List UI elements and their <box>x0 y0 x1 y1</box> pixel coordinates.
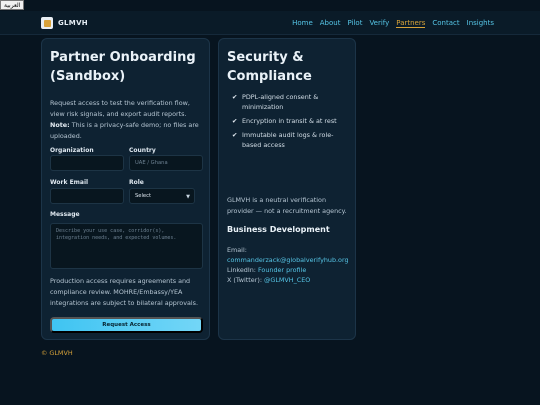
role-select[interactable]: Select ▼ <box>129 188 195 204</box>
contact-details: Email: commanderzack@globalverifyhub.org… <box>227 245 359 285</box>
production-access-note: Production access requires agreements an… <box>50 277 199 307</box>
organization-label: Organization <box>50 147 94 154</box>
footer-copyright: © GLMVH <box>41 349 73 357</box>
request-access-button[interactable]: Request Access <box>50 317 203 333</box>
partner-onboarding-card: Partner Onboarding (Sandbox) Request acc… <box>41 38 210 340</box>
organization-input[interactable] <box>50 155 124 171</box>
work-email-input[interactable] <box>50 188 124 204</box>
nav-link-about[interactable]: About <box>320 19 341 28</box>
top-navigation-bar: GLMVH Home About Pilot Verify Partners C… <box>0 11 540 35</box>
role-selected-value: Select <box>135 193 152 199</box>
nav-link-contact[interactable]: Contact <box>432 19 459 28</box>
list-item: ✔ Immutable audit logs & role-based acces… <box>232 131 334 149</box>
nav-link-home[interactable]: Home <box>292 19 313 28</box>
security-compliance-card: Security & Compliance ✔ PDPL-aligned cons… <box>218 38 356 340</box>
intro-text: Request access to test the verification … <box>50 99 190 118</box>
email-link[interactable]: commanderzack@globalverifyhub.org <box>227 256 349 264</box>
country-label: Country <box>129 147 156 154</box>
linkedin-link[interactable]: Founder profile <box>258 266 306 274</box>
language-toggle-button[interactable]: العربية <box>0 0 25 10</box>
intro-note-label: Note: <box>50 121 70 129</box>
list-item: ✔ PDPL-aligned consent & minimization <box>232 93 319 111</box>
nav-link-insights[interactable]: Insights <box>467 19 494 28</box>
country-input[interactable]: UAE / Ghana <box>129 155 203 171</box>
check-icon: ✔ <box>232 93 238 101</box>
check-icon: ✔ <box>232 131 238 139</box>
onboarding-intro: Request access to test the verification … <box>50 98 206 142</box>
list-item: ✔ Encryption in transit & at rest <box>232 117 337 125</box>
intro-note-text: This is a privacy-safe demo; no files ar… <box>50 121 199 140</box>
linkedin-label: LinkedIn: <box>227 266 256 274</box>
nav-link-pilot[interactable]: Pilot <box>347 19 362 28</box>
check-icon: ✔ <box>232 117 238 125</box>
neutral-provider-text: GLMVH is a neutral verification provider… <box>227 196 347 215</box>
chevron-down-icon: ▼ <box>186 194 190 200</box>
role-label: Role <box>129 179 144 186</box>
main-nav: Home About Pilot Verify Partners Contact… <box>285 19 494 28</box>
brand[interactable]: GLMVH <box>41 17 88 29</box>
work-email-label: Work Email <box>50 179 89 186</box>
brand-name: GLMVH <box>58 19 88 27</box>
twitter-link[interactable]: @GLMVH_CEO <box>264 276 310 284</box>
business-development-title: Business Development <box>227 225 330 234</box>
nav-link-partners[interactable]: Partners <box>396 19 426 28</box>
security-title: Security & Compliance <box>227 50 312 84</box>
twitter-label: X (Twitter): <box>227 276 262 284</box>
brand-logo-icon <box>41 17 53 29</box>
email-label: Email: <box>227 246 247 254</box>
message-label: Message <box>50 211 80 218</box>
compliance-list: ✔ PDPL-aligned consent & minimization ✔ En… <box>232 92 352 154</box>
message-textarea[interactable]: Describe your use case, corridor(s), int… <box>50 223 203 269</box>
onboarding-title: Partner Onboarding (Sandbox) <box>50 50 196 84</box>
nav-link-verify[interactable]: Verify <box>369 19 389 28</box>
